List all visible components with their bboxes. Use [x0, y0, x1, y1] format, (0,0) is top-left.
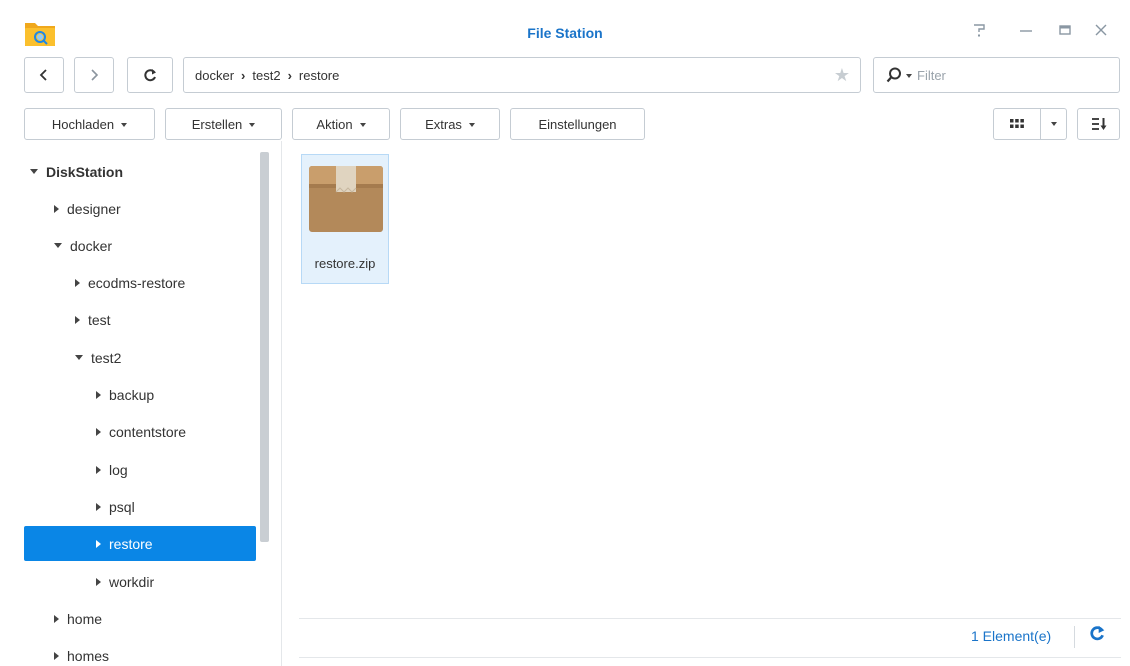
tree-item-label: restore [109, 535, 153, 552]
status-bottom-divider [299, 657, 1121, 658]
path-segment[interactable]: docker [195, 68, 234, 83]
view-mode-switch[interactable] [993, 108, 1067, 140]
create-button[interactable]: Erstellen [165, 108, 282, 140]
tree-item-label: ecodms-restore [88, 274, 186, 291]
tree-item-designer[interactable]: designer [24, 191, 256, 226]
title-bar: File Station [0, 0, 1130, 48]
chevron-down-icon [468, 122, 475, 127]
expand-arrow-icon[interactable] [96, 427, 101, 436]
refresh-button[interactable] [127, 57, 173, 93]
search-icon[interactable] [885, 66, 903, 84]
filter-placeholder: Filter [917, 67, 946, 83]
tree-item-label: home [67, 610, 103, 627]
tree-item-docker[interactable]: docker [24, 228, 256, 263]
settings-button[interactable]: Einstellungen [510, 108, 645, 140]
settings-button-label: Einstellungen [538, 116, 617, 132]
path-segment[interactable]: test2 [252, 68, 280, 83]
action-button-label: Aktion [316, 116, 353, 132]
tree-item-label: test2 [91, 349, 122, 366]
chevron-down-icon [249, 122, 256, 127]
tree-item-workdir[interactable]: workdir [24, 564, 256, 599]
expand-arrow-icon[interactable] [96, 539, 101, 548]
grid-view-icon[interactable] [994, 109, 1042, 139]
expand-arrow-icon[interactable] [54, 204, 59, 213]
tree-item-label: backup [109, 386, 155, 403]
path-segment[interactable]: restore [299, 68, 339, 83]
tree-item-label: docker [70, 237, 113, 254]
folder-tree: DiskStation designer docker ecodms-resto… [0, 152, 272, 666]
path-separator-icon: › [287, 67, 292, 83]
chevron-left-icon [39, 69, 47, 81]
action-button[interactable]: Aktion [292, 108, 390, 140]
window-title: File Station [527, 25, 603, 41]
sort-icon [1091, 118, 1106, 130]
tree-item-contentstore[interactable]: contentstore [24, 414, 256, 449]
upload-button[interactable]: Hochladen [24, 108, 155, 140]
minimize-icon[interactable] [1015, 22, 1037, 42]
tree-item-restore[interactable]: restore [24, 526, 256, 561]
expand-arrow-icon[interactable] [75, 315, 80, 324]
expand-arrow-icon[interactable] [54, 651, 59, 660]
tree-item-psql[interactable]: psql [24, 489, 256, 524]
path-bar[interactable]: docker › test2 › restore ★ [183, 57, 861, 93]
tree-item-label: workdir [109, 573, 155, 590]
search-options-caret-icon[interactable] [906, 73, 912, 78]
expand-arrow-icon[interactable] [54, 614, 59, 623]
item-count: 1 Element(e) [971, 628, 1052, 644]
back-button[interactable] [24, 57, 64, 93]
tree-item-label: test [88, 311, 111, 328]
pane-divider[interactable] [281, 141, 282, 666]
tree-item-label: psql [109, 498, 135, 515]
expand-arrow-icon[interactable] [96, 577, 101, 586]
status-divider [299, 618, 1121, 619]
tree-item-homes[interactable]: homes [24, 638, 256, 666]
tree-item-label: contentstore [109, 423, 187, 440]
help-icon[interactable] [968, 22, 990, 42]
chevron-down-icon [121, 122, 128, 127]
expand-arrow-icon[interactable] [96, 502, 101, 511]
tree-item-backup[interactable]: backup [24, 377, 256, 412]
expand-arrow-icon[interactable] [54, 243, 62, 248]
sort-button[interactable] [1077, 108, 1120, 140]
tree-item-label: log [109, 461, 128, 478]
extras-button[interactable]: Extras [400, 108, 500, 140]
archive-box-icon [309, 166, 383, 232]
expand-arrow-icon[interactable] [75, 278, 80, 287]
file-name: restore.zip [314, 256, 376, 271]
expand-arrow-icon[interactable] [96, 465, 101, 474]
upload-button-label: Hochladen [51, 116, 115, 132]
expand-arrow-icon[interactable] [75, 355, 83, 360]
file-item[interactable]: restore.zip [301, 154, 389, 284]
expand-arrow-icon[interactable] [96, 390, 101, 399]
refresh-icon [144, 69, 156, 82]
chevron-down-icon [359, 122, 366, 127]
tree-item-label: homes [67, 647, 110, 664]
filter-input[interactable]: Filter [873, 57, 1120, 93]
view-options-chevron-down-icon[interactable] [1041, 109, 1066, 139]
tree-scrollbar[interactable] [260, 152, 269, 542]
maximize-icon[interactable] [1054, 22, 1076, 42]
refresh-icon[interactable] [1088, 624, 1108, 648]
tree-item-label: designer [67, 200, 121, 217]
extras-button-label: Extras [425, 116, 462, 132]
tree-item-test[interactable]: test [24, 302, 256, 337]
chevron-right-icon [91, 69, 99, 81]
path-separator-icon: › [241, 67, 246, 83]
close-icon[interactable] [1090, 22, 1112, 42]
create-button-label: Erstellen [191, 116, 243, 132]
tree-item-log[interactable]: log [24, 452, 256, 487]
tree-item-home[interactable]: home [24, 601, 256, 636]
star-icon[interactable]: ★ [834, 65, 850, 86]
tree-item-test2[interactable]: test2 [24, 340, 256, 375]
status-separator [1074, 626, 1075, 648]
tree-item-ecodms-restore[interactable]: ecodms-restore [24, 265, 256, 300]
forward-button[interactable] [74, 57, 114, 93]
